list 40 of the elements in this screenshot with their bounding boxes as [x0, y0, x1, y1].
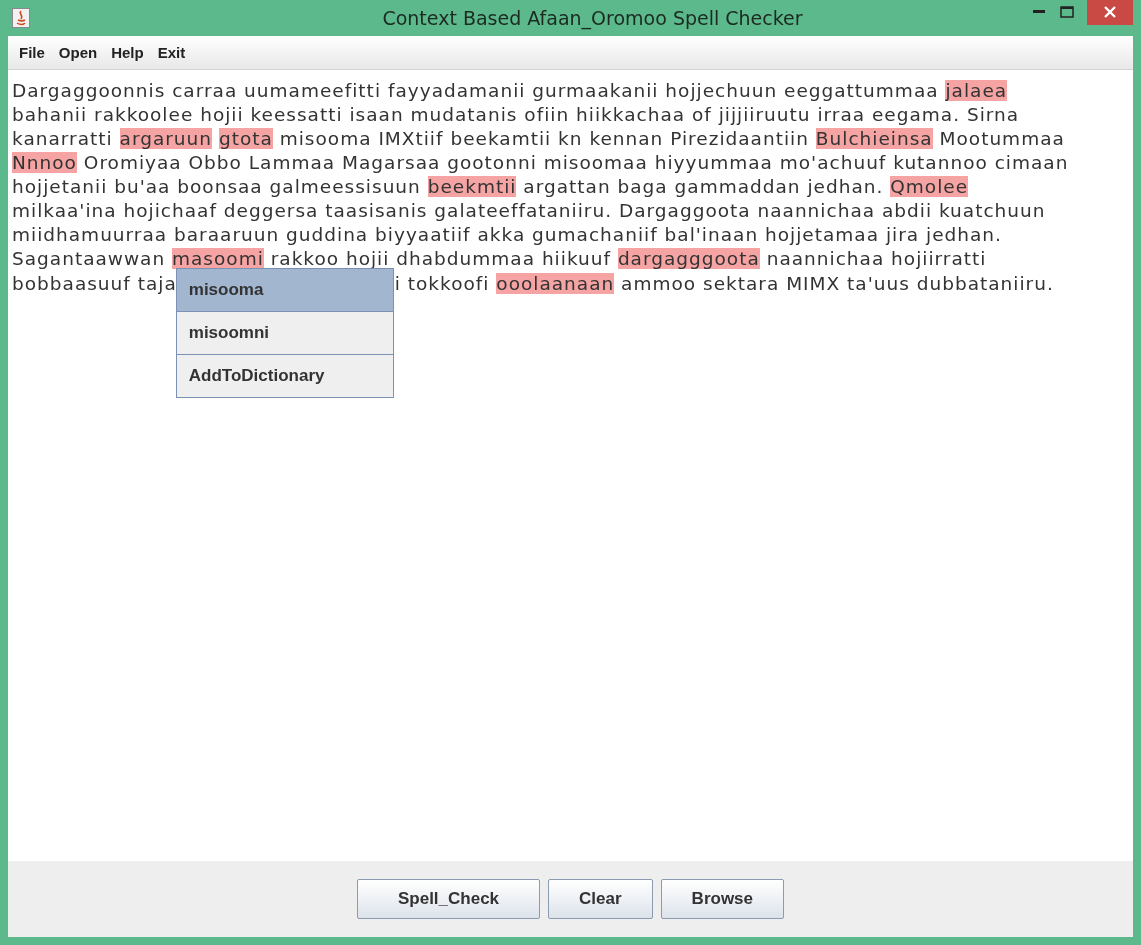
text-run: Dargaggoonnis carraa uumameefitti fayyadamanii gurmaakanii hojjechuun eeggattummaa [12, 80, 940, 101]
app-icon [12, 8, 30, 28]
menu-item[interactable]: Open [51, 44, 105, 61]
text-run: i tokkoofi [394, 272, 491, 294]
text-run: argattan baga gammaddan jedhan. [522, 176, 885, 197]
misspelled-word[interactable]: Bulchieinsa [815, 128, 933, 149]
misspelled-word[interactable]: beekmtii [427, 176, 517, 197]
menu-item[interactable]: Exit [150, 44, 193, 61]
close-button[interactable] [1087, 0, 1133, 25]
misspelled-word[interactable]: masoomi [172, 248, 264, 269]
menu-item[interactable]: Help [104, 44, 151, 61]
text-run: naannichaa hojiirratti [765, 248, 987, 269]
text-run: ammoo sektara MIMX ta'uus dubbataniiru. [620, 272, 1054, 294]
minimize-icon [1033, 10, 1045, 14]
misspelled-word[interactable]: Qmolee [890, 176, 969, 197]
text-run: Mootummaa [938, 128, 1065, 149]
text-run: bahanii rakkoolee hojii keessatti isaan mudatanis ofiin hiikkachaa of jijjiiruutu irraa eegama. Sirna [12, 104, 1020, 125]
text-run: milkaa'ina hojichaaf deggersa taasisanis galateeffataniiru. Dargaggoota naannichaa abdii kuatchuun [12, 200, 1046, 221]
misspelled-word[interactable]: argaruun [119, 128, 213, 149]
action-button[interactable]: Clear [548, 879, 653, 919]
text-run: bobbaasuuf taja [12, 272, 177, 294]
misspelled-word[interactable]: gtota [218, 128, 273, 149]
misspelled-word[interactable]: Nnnoo [12, 152, 77, 173]
text-run: miidhamuurraa baraaruun guddina biyyaatiif akka gumachaniif bal'inaan hojjetamaa jira jedhan. [12, 224, 1002, 245]
menu-item[interactable]: File [12, 44, 52, 61]
action-button[interactable]: Spell_Check [356, 879, 541, 919]
window-title: Context Based Afaan_Oromoo Spell Checker [382, 7, 803, 29]
text-run: Sagantaawwan [12, 248, 167, 269]
text-run: misooma IMXtiif beekamtii kn kennan Pirezidaantiin [278, 128, 810, 149]
text-run: rakkoo hojii dhabdummaa hiikuuf [269, 248, 612, 269]
suggestion-item[interactable]: misooma [176, 269, 393, 311]
maximize-icon [1060, 6, 1074, 18]
misspelled-word[interactable]: ooolaanaan [496, 272, 615, 294]
text-run: kanarratti [12, 128, 114, 149]
close-icon [1104, 6, 1116, 18]
misspelled-word[interactable]: jalaea [945, 80, 1008, 101]
misspelled-word[interactable]: dargagggoota [617, 248, 760, 269]
action-button[interactable]: Browse [660, 879, 785, 919]
text-run: Oromiyaa Obbo Lammaa Magarsaa gootonni misoomaa hiyyummaa mo'achuuf kutannoo cimaan [82, 152, 1069, 173]
text-run: hojjetanii bu'aa boonsaa galmeessisuun [12, 176, 422, 197]
